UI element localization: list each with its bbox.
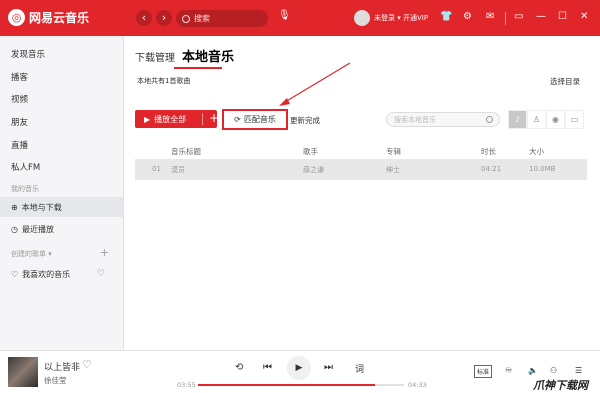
column-title[interactable]: 音乐标题 xyxy=(171,146,201,157)
settings-gear-icon[interactable]: ⚙ xyxy=(463,11,472,22)
tab-local-music[interactable]: 本地音乐 xyxy=(182,46,234,65)
match-music-button[interactable]: ⟳ 匹配音乐 xyxy=(222,109,288,130)
now-playing-title[interactable]: 以上皆非 xyxy=(44,360,80,373)
local-search-input[interactable]: 搜索本地音乐 xyxy=(386,112,500,127)
progress-fill xyxy=(198,384,376,386)
sidebar-item-label: 本地与下载 xyxy=(21,202,62,212)
sidebar-item-recent[interactable]: ◷ 最近播放 xyxy=(0,219,123,239)
microphone-icon[interactable]: 🎙 xyxy=(278,10,291,21)
minimize-icon[interactable]: — xyxy=(536,11,546,22)
sidebar-item-liked[interactable]: ♡ 我喜欢的音乐 ♡ xyxy=(0,264,123,284)
artist-view-icon[interactable]: ♙ xyxy=(527,110,546,129)
my-music-section-title: 我的音乐 xyxy=(11,185,39,193)
play-icon: ▶ xyxy=(144,114,151,124)
skin-shirt-icon[interactable]: 👕 xyxy=(440,11,452,22)
previous-track-icon[interactable]: ⏮ xyxy=(263,362,272,373)
topbar-divider xyxy=(505,12,506,25)
netease-logo-icon: ◎ xyxy=(8,9,25,26)
local-song-count: 本地共有1首歌曲 xyxy=(137,77,191,85)
row-title: 漠员 xyxy=(171,166,185,174)
clock-icon: ◷ xyxy=(11,224,18,234)
close-icon[interactable]: ✕ xyxy=(580,11,588,22)
album-cover[interactable] xyxy=(8,357,38,387)
list-view-icon[interactable]: ♪ xyxy=(508,110,527,129)
now-playing-artist[interactable]: 徐佳莹 xyxy=(44,375,67,386)
quality-badge[interactable]: 标准 xyxy=(474,365,493,378)
column-artist[interactable]: 歌手 xyxy=(303,146,318,157)
download-icon: ⊕ xyxy=(11,202,18,212)
table-header: 音乐标题 歌手 专辑 时长 大小 xyxy=(135,143,587,159)
sidebar-item-fm[interactable]: 私人FM xyxy=(11,161,40,173)
add-to-queue-icon[interactable]: + xyxy=(209,111,219,125)
play-all-label: 播放全部 xyxy=(154,114,187,124)
playlist-queue-icon[interactable]: ☰ xyxy=(575,366,582,375)
app-logo[interactable]: ◎ 网易云音乐 xyxy=(8,9,89,26)
mini-mode-icon[interactable]: ▭ xyxy=(514,11,523,22)
active-tab-underline xyxy=(174,67,222,69)
lyrics-button[interactable]: 词 xyxy=(355,362,364,375)
play-all-button[interactable]: ▶ 播放全部 + xyxy=(135,110,219,128)
tab-download-manage[interactable]: 下载管理 xyxy=(135,49,175,64)
match-music-label: 匹配音乐 xyxy=(243,115,276,124)
watermark-text: 爪神下载网 xyxy=(533,379,588,392)
row-duration: 04:21 xyxy=(481,165,502,173)
back-button[interactable]: ‹ xyxy=(136,10,152,26)
created-playlists-title[interactable]: 创建的歌单 ▾ xyxy=(11,249,52,259)
app-name: 网易云音乐 xyxy=(29,11,90,25)
select-directory-link[interactable]: 选择目录 xyxy=(550,76,580,87)
row-index: 01 xyxy=(152,165,161,173)
search-icon xyxy=(486,116,493,123)
refresh-icon: ⟳ xyxy=(234,115,241,124)
volume-icon[interactable]: 🔈 xyxy=(528,366,538,375)
sidebar-item-discover[interactable]: 发现音乐 xyxy=(11,48,45,60)
update-status: 更新完成 xyxy=(290,116,320,125)
top-bar: ◎ 网易云音乐 ‹ › 搜索 🎙 未登录 ▾ 开通VIP 👕 ⚙ ✉ ▭ — ☐… xyxy=(0,0,600,36)
column-size[interactable]: 大小 xyxy=(529,146,544,157)
mail-icon[interactable]: ✉ xyxy=(486,11,494,22)
current-time: 03:55 xyxy=(177,381,196,389)
player-bar: 以上皆非 ♡ 徐佳莹 ⟲ ⏮ ▶ ⏭ 词 03:55 04:33 标准 ♾ 🔈 … xyxy=(0,350,600,393)
add-playlist-icon[interactable]: + xyxy=(100,246,109,259)
sidebar-item-label: 最近播放 xyxy=(21,224,54,234)
progress-bar[interactable] xyxy=(198,384,404,386)
table-row[interactable]: 01 漠员 薛之谦 绅士 04:21 10.0MB xyxy=(135,159,587,180)
like-heart-icon[interactable]: ♡ xyxy=(82,358,92,371)
local-search-placeholder: 搜索本地音乐 xyxy=(394,115,436,124)
play-all-divider xyxy=(202,113,203,125)
search-placeholder: 搜索 xyxy=(194,14,210,23)
sidebar-item-video[interactable]: 视频 xyxy=(11,93,28,105)
sidebar: 发现音乐 播客 视频 朋友 直播 私人FM 我的音乐 ⊕ 本地与下载 ◷ 最近播… xyxy=(0,36,124,350)
heart-icon: ♡ xyxy=(11,269,19,279)
user-login-vip[interactable]: 未登录 ▾ 开通VIP xyxy=(374,13,428,23)
row-album[interactable]: 绅士 xyxy=(386,165,400,175)
sidebar-item-live[interactable]: 直播 xyxy=(11,139,28,151)
album-view-icon[interactable]: ◉ xyxy=(546,110,565,129)
sidebar-item-label: 我喜欢的音乐 xyxy=(22,269,71,279)
maximize-icon[interactable]: ☐ xyxy=(558,11,567,22)
column-duration[interactable]: 时长 xyxy=(481,146,496,157)
forward-button[interactable]: › xyxy=(156,10,172,26)
next-track-icon[interactable]: ⏭ xyxy=(324,362,333,373)
search-input[interactable]: 搜索 xyxy=(176,10,268,27)
heartbeat-mode-icon[interactable]: ♡ xyxy=(97,269,105,279)
total-time: 04:33 xyxy=(408,381,427,389)
play-icon: ▶ xyxy=(295,363,303,373)
row-size: 10.0MB xyxy=(529,165,556,173)
row-artist[interactable]: 薛之谦 xyxy=(303,165,324,175)
loop-mode-icon[interactable]: ⟲ xyxy=(235,362,243,373)
view-mode-switcher: ♪ ♙ ◉ ▭ xyxy=(508,110,584,129)
sidebar-item-local-download[interactable]: ⊕ 本地与下载 xyxy=(0,197,123,217)
search-icon xyxy=(182,14,190,23)
listen-together-icon[interactable]: ⚇ xyxy=(550,366,557,375)
sidebar-item-friends[interactable]: 朋友 xyxy=(11,116,28,128)
sound-effect-icon[interactable]: ♾ xyxy=(505,366,512,375)
user-avatar[interactable] xyxy=(354,10,370,26)
column-album[interactable]: 专辑 xyxy=(386,146,401,157)
play-pause-button[interactable]: ▶ xyxy=(287,356,311,380)
sidebar-item-podcast[interactable]: 播客 xyxy=(11,71,28,83)
main-content: 下载管理 本地音乐 本地共有1首歌曲 选择目录 ▶ 播放全部 + ⟳ 匹配音乐 … xyxy=(124,36,600,350)
folder-view-icon[interactable]: ▭ xyxy=(565,110,584,129)
